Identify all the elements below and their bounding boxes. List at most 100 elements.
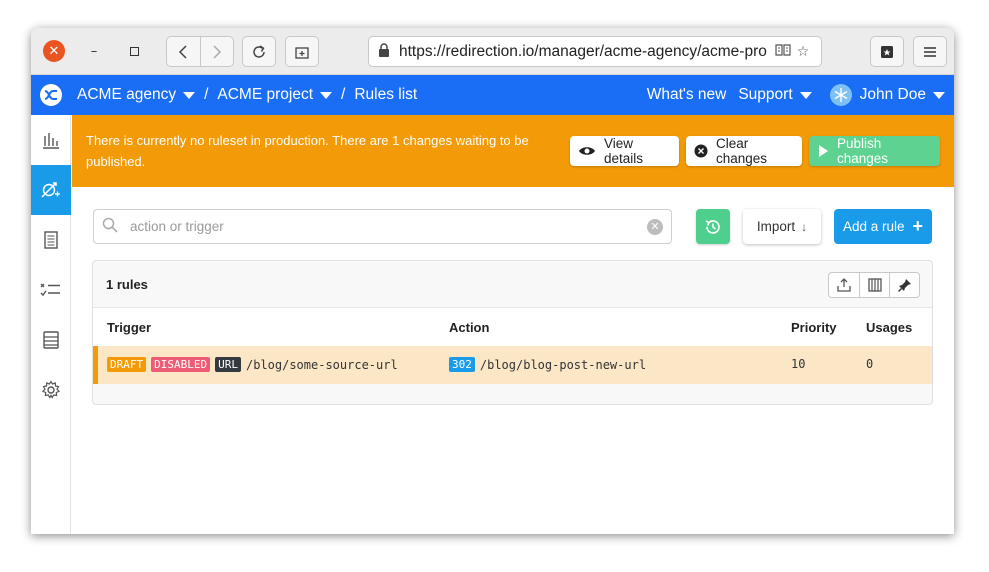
browser-window: ✕ – https://redirection.io/manager/acme-… bbox=[31, 28, 954, 534]
minimize-window-button[interactable]: – bbox=[83, 40, 105, 62]
browser-toolbar: ✕ – https://redirection.io/manager/acme-… bbox=[31, 28, 954, 75]
rule-priority: 10 bbox=[791, 357, 806, 371]
columns-icon bbox=[867, 278, 882, 292]
pin-button[interactable] bbox=[889, 273, 919, 297]
search-icon bbox=[102, 217, 120, 237]
rule-action-cell: 302 /blog/blog-post-new-url bbox=[449, 357, 646, 372]
export-icon bbox=[837, 278, 851, 292]
avatar[interactable] bbox=[829, 84, 852, 106]
export-button[interactable] bbox=[829, 273, 859, 297]
clear-search-icon[interactable]: ✕ bbox=[647, 218, 663, 235]
columns-button[interactable] bbox=[859, 273, 889, 297]
caret-down-icon bbox=[183, 91, 196, 99]
project-switcher[interactable]: ACME project bbox=[217, 86, 333, 104]
caret-down-icon bbox=[799, 91, 812, 99]
column-priority[interactable]: Priority bbox=[791, 320, 837, 335]
import-arrow-icon: ↓ bbox=[801, 219, 808, 234]
lock-icon bbox=[377, 42, 393, 62]
column-action[interactable]: Action bbox=[449, 320, 489, 335]
reader-mode-icon[interactable] bbox=[773, 43, 793, 61]
address-bar[interactable]: https://redirection.io/manager/acme-agen… bbox=[368, 36, 822, 67]
add-rule-button[interactable]: Add a rule + bbox=[834, 209, 932, 244]
maximize-window-button[interactable] bbox=[123, 40, 145, 62]
rules-table-header: Trigger Action Priority Usages bbox=[93, 308, 932, 346]
sidebar-item-checks[interactable] bbox=[31, 265, 71, 315]
new-tab-button[interactable] bbox=[285, 36, 319, 67]
sidebar-item-logs[interactable] bbox=[31, 215, 71, 265]
new-tab-icon bbox=[295, 46, 309, 59]
eye-icon bbox=[578, 145, 596, 157]
rules-icon bbox=[41, 182, 60, 198]
sidebar-item-instances[interactable] bbox=[31, 315, 71, 365]
extensions-button[interactable] bbox=[870, 36, 904, 67]
user-menu[interactable]: John Doe bbox=[860, 86, 945, 104]
history-icon bbox=[705, 219, 720, 234]
close-circle-icon bbox=[694, 144, 708, 158]
publish-changes-label: Publish changes bbox=[837, 136, 889, 166]
support-menu[interactable]: Support bbox=[738, 86, 812, 104]
forward-button[interactable] bbox=[199, 37, 234, 66]
whats-new-link[interactable]: What's new bbox=[647, 86, 727, 104]
back-button[interactable] bbox=[167, 37, 200, 66]
rules-count: 1 rules bbox=[106, 277, 148, 292]
server-icon bbox=[43, 331, 59, 349]
sidebar-item-analytics[interactable] bbox=[31, 115, 71, 165]
rule-target-url: /blog/blog-post-new-url bbox=[479, 357, 647, 372]
sidebar-item-rules[interactable] bbox=[31, 165, 71, 215]
table-tools bbox=[828, 272, 920, 298]
document-icon bbox=[44, 231, 58, 249]
extension-icon bbox=[881, 45, 893, 58]
rules-panel: 1 rules Trigger Action Priority Usages D… bbox=[92, 260, 933, 405]
caret-down-icon bbox=[320, 91, 333, 99]
clear-changes-button[interactable]: Clear changes bbox=[686, 136, 802, 166]
rules-search-input[interactable]: action or trigger ✕ bbox=[93, 209, 672, 244]
draft-badge: DRAFT bbox=[107, 357, 147, 372]
gear-icon bbox=[41, 380, 61, 399]
breadcrumb-separator: / bbox=[204, 86, 209, 103]
checklist-icon bbox=[40, 283, 60, 297]
sidebar bbox=[31, 115, 71, 534]
organization-switcher[interactable]: ACME agency bbox=[77, 86, 196, 104]
user-name: John Doe bbox=[859, 86, 926, 103]
view-details-button[interactable]: View details bbox=[570, 136, 679, 166]
organization-name: ACME agency bbox=[77, 86, 177, 103]
avatar-snowflake-icon bbox=[834, 88, 847, 102]
history-navigation bbox=[166, 36, 234, 67]
chevron-right-icon bbox=[213, 44, 221, 59]
view-details-label: View details bbox=[604, 136, 644, 166]
disabled-badge: DISABLED bbox=[151, 357, 211, 372]
rule-usages: 0 bbox=[866, 357, 874, 371]
reload-icon bbox=[253, 44, 265, 58]
banner-message: There is currently no ruleset in product… bbox=[86, 133, 529, 169]
sidebar-item-settings[interactable] bbox=[31, 365, 71, 415]
breadcrumb-separator: / bbox=[341, 86, 346, 103]
add-rule-label: Add a rule bbox=[842, 219, 905, 234]
search-placeholder: action or trigger bbox=[130, 219, 224, 234]
status-code-badge: 302 bbox=[449, 357, 475, 372]
rule-trigger-cell: DRAFT DISABLED URL /blog/some-source-url bbox=[107, 357, 398, 372]
table-row[interactable]: DRAFT DISABLED URL /blog/some-source-url… bbox=[93, 346, 932, 384]
plus-icon: + bbox=[912, 216, 924, 236]
history-button[interactable] bbox=[696, 209, 730, 244]
reload-button[interactable] bbox=[242, 36, 276, 67]
caret-down-icon bbox=[933, 91, 945, 99]
app-topbar: ACME agency / ACME project / Rules list … bbox=[31, 75, 954, 115]
bookmark-star-icon[interactable]: ☆ bbox=[793, 44, 813, 60]
play-icon bbox=[817, 144, 829, 158]
topbar-right: What's new Support John Doe bbox=[647, 75, 945, 115]
column-usages[interactable]: Usages bbox=[866, 320, 912, 335]
project-name: ACME project bbox=[217, 86, 314, 103]
publish-changes-button[interactable]: Publish changes bbox=[809, 136, 940, 166]
chevron-left-icon bbox=[179, 44, 187, 59]
url-text[interactable]: https://redirection.io/manager/acme-agen… bbox=[399, 43, 773, 61]
clear-changes-label: Clear changes bbox=[716, 136, 768, 166]
page-title: Rules list bbox=[354, 86, 418, 103]
close-window-button[interactable]: ✕ bbox=[43, 40, 65, 62]
column-trigger[interactable]: Trigger bbox=[107, 320, 151, 335]
import-button[interactable]: Import ↓ bbox=[743, 209, 821, 244]
rule-source-url: /blog/some-source-url bbox=[245, 357, 398, 372]
menu-button[interactable] bbox=[913, 36, 947, 67]
support-label: Support bbox=[738, 86, 793, 103]
redirection-logo-icon[interactable] bbox=[31, 75, 71, 115]
hamburger-menu-icon bbox=[924, 46, 936, 57]
